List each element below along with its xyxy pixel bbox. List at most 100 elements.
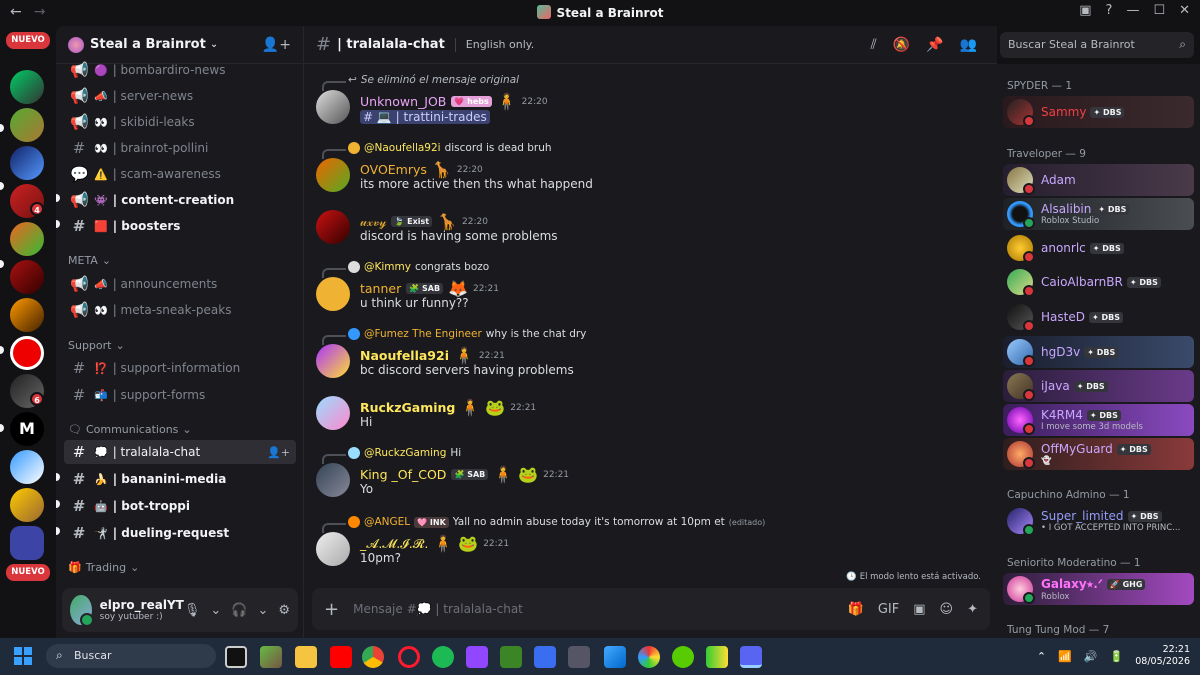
reply-preview[interactable]: @Kimmy congrats bozo	[321, 261, 489, 278]
member-item[interactable]: iJava ✦ DBS	[1003, 370, 1194, 402]
wifi-icon[interactable]: 📶	[1058, 650, 1072, 663]
add-attachment-icon[interactable]: +	[324, 599, 339, 620]
pin-icon[interactable]: 📌	[926, 37, 943, 53]
reply-preview[interactable]: ↩ Se eliminó el mensaje original	[321, 74, 519, 91]
mute-bell-icon[interactable]: 🔕	[893, 37, 910, 53]
camera-icon[interactable]	[568, 646, 590, 668]
member-item[interactable]: Alsalibin ✦ DBS Roblox Studio	[1003, 198, 1194, 230]
avatar[interactable]	[316, 210, 350, 244]
message-input[interactable]: Mensaje #💭 | tralalala-chat	[353, 602, 523, 616]
apps-icon[interactable]: ✦	[967, 602, 978, 617]
server-icon[interactable]	[10, 298, 44, 332]
gear-icon[interactable]: ⚙	[278, 603, 290, 618]
member-item[interactable]: Super_limited ✦ DBS • I GOT ACCEPTED INTO …	[1003, 505, 1194, 537]
server-icon[interactable]	[10, 450, 44, 484]
reply-preview[interactable]: @Fumez The Engineer why is the chat dry	[321, 328, 586, 345]
youtube-server-icon[interactable]	[10, 336, 44, 370]
clock[interactable]: 22:21 08/05/2026	[1135, 644, 1190, 668]
member-item[interactable]: CaioAlbarnBR ✦ DBS	[1003, 266, 1194, 298]
reply-preview[interactable]: @RuckzGaming Hi	[321, 447, 461, 464]
add-member-icon[interactable]: 👤+	[267, 446, 290, 459]
member-item[interactable]: Sammy ✦ DBS	[1003, 96, 1194, 128]
message-composer[interactable]: + Mensaje #💭 | tralalala-chat 🎁 GIF ▣ ☺ …	[312, 588, 990, 630]
opera-icon[interactable]	[398, 646, 420, 668]
reply-preview[interactable]: @ANGEL 🩷 INK Yall no admin abuse today it'…	[321, 516, 765, 533]
app-icon[interactable]	[706, 646, 728, 668]
inbox-icon[interactable]: ▣	[1079, 3, 1091, 18]
members-icon[interactable]: 👥	[960, 37, 977, 53]
maximize-icon[interactable]: ☐	[1153, 3, 1165, 18]
sticker-icon[interactable]: ▣	[913, 602, 925, 617]
channel-mention[interactable]: # 💻 | trattini-trades	[360, 110, 490, 124]
avatar[interactable]	[316, 532, 350, 566]
channel-item-active[interactable]: # 💭 | tralalala-chat 👤+	[64, 440, 296, 464]
channel-item[interactable]: 📢 👾 | content-creation	[64, 188, 296, 212]
avatar[interactable]	[316, 344, 350, 378]
server-icon[interactable]	[10, 108, 44, 142]
category-communications[interactable]: 🗨 Communications ⌄	[68, 423, 192, 436]
channel-item[interactable]: # 🍌 | bananini-media	[64, 467, 296, 491]
author-name[interactable]: King _Of_COD	[360, 467, 446, 482]
minecraft-launcher-icon[interactable]	[500, 646, 522, 668]
avatar[interactable]	[316, 463, 350, 497]
discord-avatar[interactable]	[316, 277, 350, 311]
close-icon[interactable]: ✕	[1179, 3, 1190, 18]
server-icon[interactable]	[10, 222, 44, 256]
member-item[interactable]: HasteD ✦ DBS	[1003, 301, 1194, 333]
invite-people-icon[interactable]: 👤+	[262, 37, 291, 53]
channel-item[interactable]: 📢 🟣 | bombardiro-news	[64, 58, 296, 82]
author-name[interactable]: Naoufella92i	[360, 348, 449, 363]
channel-item[interactable]: 📢 📣 | announcements	[64, 272, 296, 296]
channel-item[interactable]: # 📬 | support-forms	[64, 383, 296, 407]
category-trading[interactable]: 🎁 Trading ⌄	[68, 561, 139, 574]
category-support[interactable]: Support ⌄	[68, 339, 125, 352]
member-item[interactable]: Adam	[1003, 164, 1194, 196]
threads-icon[interactable]: ⫽	[870, 37, 876, 53]
author-name[interactable]: tanner	[360, 281, 401, 296]
minecraft-icon[interactable]	[260, 646, 282, 668]
author-name[interactable]: RuckzGaming	[360, 400, 455, 415]
chevron-up-icon[interactable]: ⌃	[1037, 650, 1046, 663]
chevron-down-icon[interactable]: ⌄	[257, 603, 268, 618]
member-item[interactable]: OffMyGuard ✦ DBS 👻	[1003, 438, 1194, 470]
avatar[interactable]	[70, 595, 94, 627]
member-item[interactable]: anonrlc ✦ DBS	[1003, 232, 1194, 264]
reply-preview[interactable]: @Naoufella92i discord is dead bruh	[322, 142, 552, 159]
gif-icon[interactable]: GIF	[878, 602, 899, 617]
headphones-icon[interactable]: 🎧	[231, 603, 247, 618]
author-name[interactable]: 𝓊𝓍𝓋𝓎	[360, 214, 386, 230]
chrome-icon[interactable]	[362, 646, 384, 668]
server-icon[interactable]	[10, 260, 44, 294]
author-name[interactable]: Unknown_JOB	[360, 94, 446, 109]
duolingo-icon[interactable]	[672, 646, 694, 668]
help-icon[interactable]: ?	[1106, 3, 1113, 18]
paint-icon[interactable]	[638, 646, 660, 668]
avatar[interactable]	[316, 396, 350, 430]
discord-icon[interactable]	[740, 646, 762, 668]
search-input[interactable]: Buscar Steal a Brainrot ⌕	[1000, 32, 1194, 58]
channel-item[interactable]: 📢 👀 | meta-sneak-peaks	[64, 298, 296, 322]
server-icon[interactable]	[10, 488, 44, 522]
twitch-icon[interactable]	[466, 646, 488, 668]
server-icon[interactable]: M	[10, 412, 44, 446]
category-meta[interactable]: META ⌄	[68, 254, 111, 267]
chevron-down-icon[interactable]: ⌄	[210, 603, 221, 618]
taskbar-search[interactable]: ⌕ Buscar	[46, 644, 216, 668]
windows-start-icon[interactable]	[14, 647, 32, 665]
author-name[interactable]: _𝓐.𝓜.𝓘.𝓡.	[360, 536, 428, 552]
file-explorer-icon[interactable]	[295, 646, 317, 668]
member-item[interactable]: K4RM4 ✦ DBS I move some 3d models	[1003, 404, 1194, 436]
avatar[interactable]	[316, 158, 350, 192]
battery-icon[interactable]: 🔋	[1110, 650, 1124, 663]
channel-item[interactable]: # 🤖 | bot-troppi	[64, 494, 296, 518]
folder-icon[interactable]	[10, 526, 44, 560]
task-view-icon[interactable]	[225, 646, 247, 668]
avatar[interactable]	[316, 90, 350, 124]
emoji-icon[interactable]: ☺	[940, 602, 954, 617]
microphone-icon[interactable]: 🎙	[184, 603, 201, 618]
minimize-icon[interactable]: —	[1126, 3, 1139, 18]
channel-item[interactable]: 📢 📣 | server-news	[64, 84, 296, 108]
volume-icon[interactable]: 🔊	[1084, 650, 1098, 663]
channel-item[interactable]: # 👀 | brainrot-pollini	[64, 136, 296, 160]
youtube-icon[interactable]	[330, 646, 352, 668]
